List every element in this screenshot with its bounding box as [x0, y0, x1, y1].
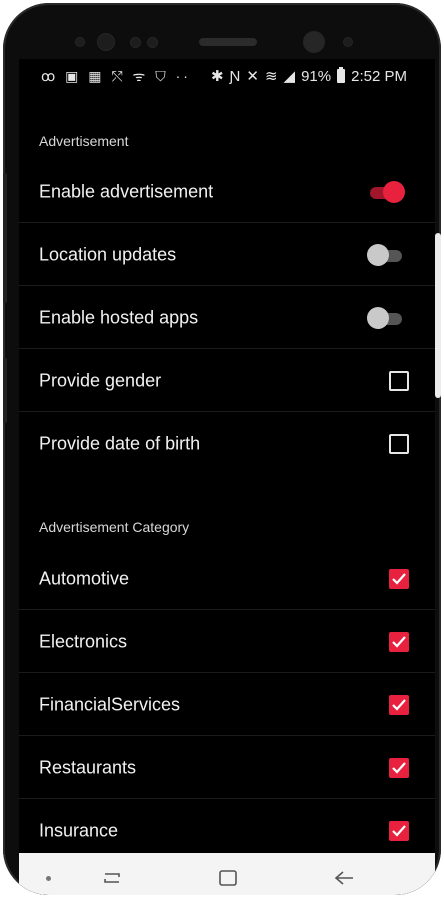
category-row-financial-services[interactable]: FinancialServices — [19, 674, 435, 736]
category-row-restaurants[interactable]: Restaurants — [19, 737, 435, 799]
notification-icons: ꝏ ▣ ▦ ⤲ ᯤ ⛉ ·· — [41, 67, 191, 86]
category-row-electronics[interactable]: Electronics — [19, 611, 435, 673]
section-header-advertisement: Advertisement — [39, 133, 129, 149]
image-icon: ▦ — [88, 68, 105, 84]
setting-row-enable-advertisement[interactable]: Enable advertisement — [19, 161, 435, 223]
system-icons: ✱ Ɲ ✕ ≋ ◢ 91% 2:52 PM — [211, 67, 407, 85]
battery-percent: 91% — [301, 67, 332, 85]
setting-label: Provide date of birth — [39, 433, 201, 454]
sensor-dot — [147, 37, 158, 48]
recent-apps-icon[interactable] — [99, 865, 125, 891]
category-label: Automotive — [39, 568, 130, 588]
provide-gender-checkbox[interactable] — [389, 370, 409, 391]
app-screen: ꝏ ▣ ▦ ⤲ ᯤ ⛉ ·· ✱ Ɲ ✕ ≋ ◢ 91% 2:52 PM Adv… — [19, 59, 435, 895]
electronics-checkbox[interactable] — [389, 631, 409, 652]
bluetooth-icon: ✱ — [210, 68, 224, 85]
shield-icon: ⛉ — [155, 68, 169, 84]
setting-row-provide-gender[interactable]: Provide gender — [19, 350, 435, 412]
battery-icon — [337, 67, 346, 83]
system-navigation-bar — [19, 853, 435, 895]
clock: 2:52 PM — [351, 67, 407, 85]
section-header-advertisement-category: Advertisement Category — [39, 519, 190, 535]
wifi-call-icon: ᯤ — [132, 68, 149, 84]
category-label: Restaurants — [39, 757, 137, 777]
iris-scanner — [97, 33, 115, 51]
more-dots-icon: ·· — [175, 68, 191, 84]
setting-label: Enable advertisement — [39, 181, 214, 201]
location-updates-switch[interactable] — [367, 243, 405, 267]
missed-call-icon: ⤲ — [111, 68, 126, 84]
provide-date-of-birth-checkbox[interactable] — [389, 434, 409, 454]
insurance-checkbox[interactable] — [389, 821, 409, 841]
enable-hosted-apps-switch[interactable] — [367, 306, 405, 330]
back-arrow-icon[interactable] — [331, 865, 357, 891]
nfc-icon: Ɲ — [229, 67, 241, 85]
sensor-dot — [75, 37, 85, 47]
sensor-dot — [130, 37, 141, 48]
photo-icon: ▣ — [65, 68, 82, 84]
setting-row-provide-date-of-birth[interactable]: Provide date of birth — [19, 413, 435, 475]
financial-services-checkbox[interactable] — [389, 694, 409, 715]
mute-icon: ✕ — [246, 68, 259, 85]
category-label: Electronics — [39, 631, 128, 651]
setting-label: Provide gender — [39, 370, 162, 390]
home-icon[interactable] — [215, 865, 241, 891]
setting-label: Location updates — [39, 244, 177, 264]
setting-row-location-updates[interactable]: Location updates — [19, 224, 435, 286]
category-label: Insurance — [39, 820, 119, 841]
signal-icon: ◢ — [283, 68, 296, 85]
front-camera — [303, 31, 325, 53]
restaurants-checkbox[interactable] — [389, 757, 409, 778]
setting-label: Enable hosted apps — [39, 307, 199, 327]
status-bar: ꝏ ▣ ▦ ⤲ ᯤ ⛉ ·· ✱ Ɲ ✕ ≋ ◢ 91% 2:52 PM — [19, 59, 435, 95]
category-row-automotive[interactable]: Automotive — [19, 548, 435, 610]
setting-row-enable-hosted-apps[interactable]: Enable hosted apps — [19, 287, 435, 349]
phone-top-bezel — [3, 3, 441, 63]
wifi-icon: ≋ — [264, 68, 278, 85]
automotive-checkbox[interactable] — [389, 568, 409, 589]
sensor-dot — [343, 37, 353, 47]
voicemail-icon: ꝏ — [41, 68, 59, 84]
phone-frame: ꝏ ▣ ▦ ⤲ ᯤ ⛉ ·· ✱ Ɲ ✕ ≋ ◢ 91% 2:52 PM Adv… — [3, 3, 441, 895]
nav-dot-indicator — [35, 865, 61, 891]
earpiece-speaker — [199, 38, 257, 46]
category-label: FinancialServices — [39, 694, 181, 714]
bixby-button — [3, 173, 7, 303]
volume-button — [3, 358, 7, 423]
scrollbar[interactable] — [435, 233, 441, 398]
enable-advertisement-switch[interactable] — [367, 180, 405, 204]
